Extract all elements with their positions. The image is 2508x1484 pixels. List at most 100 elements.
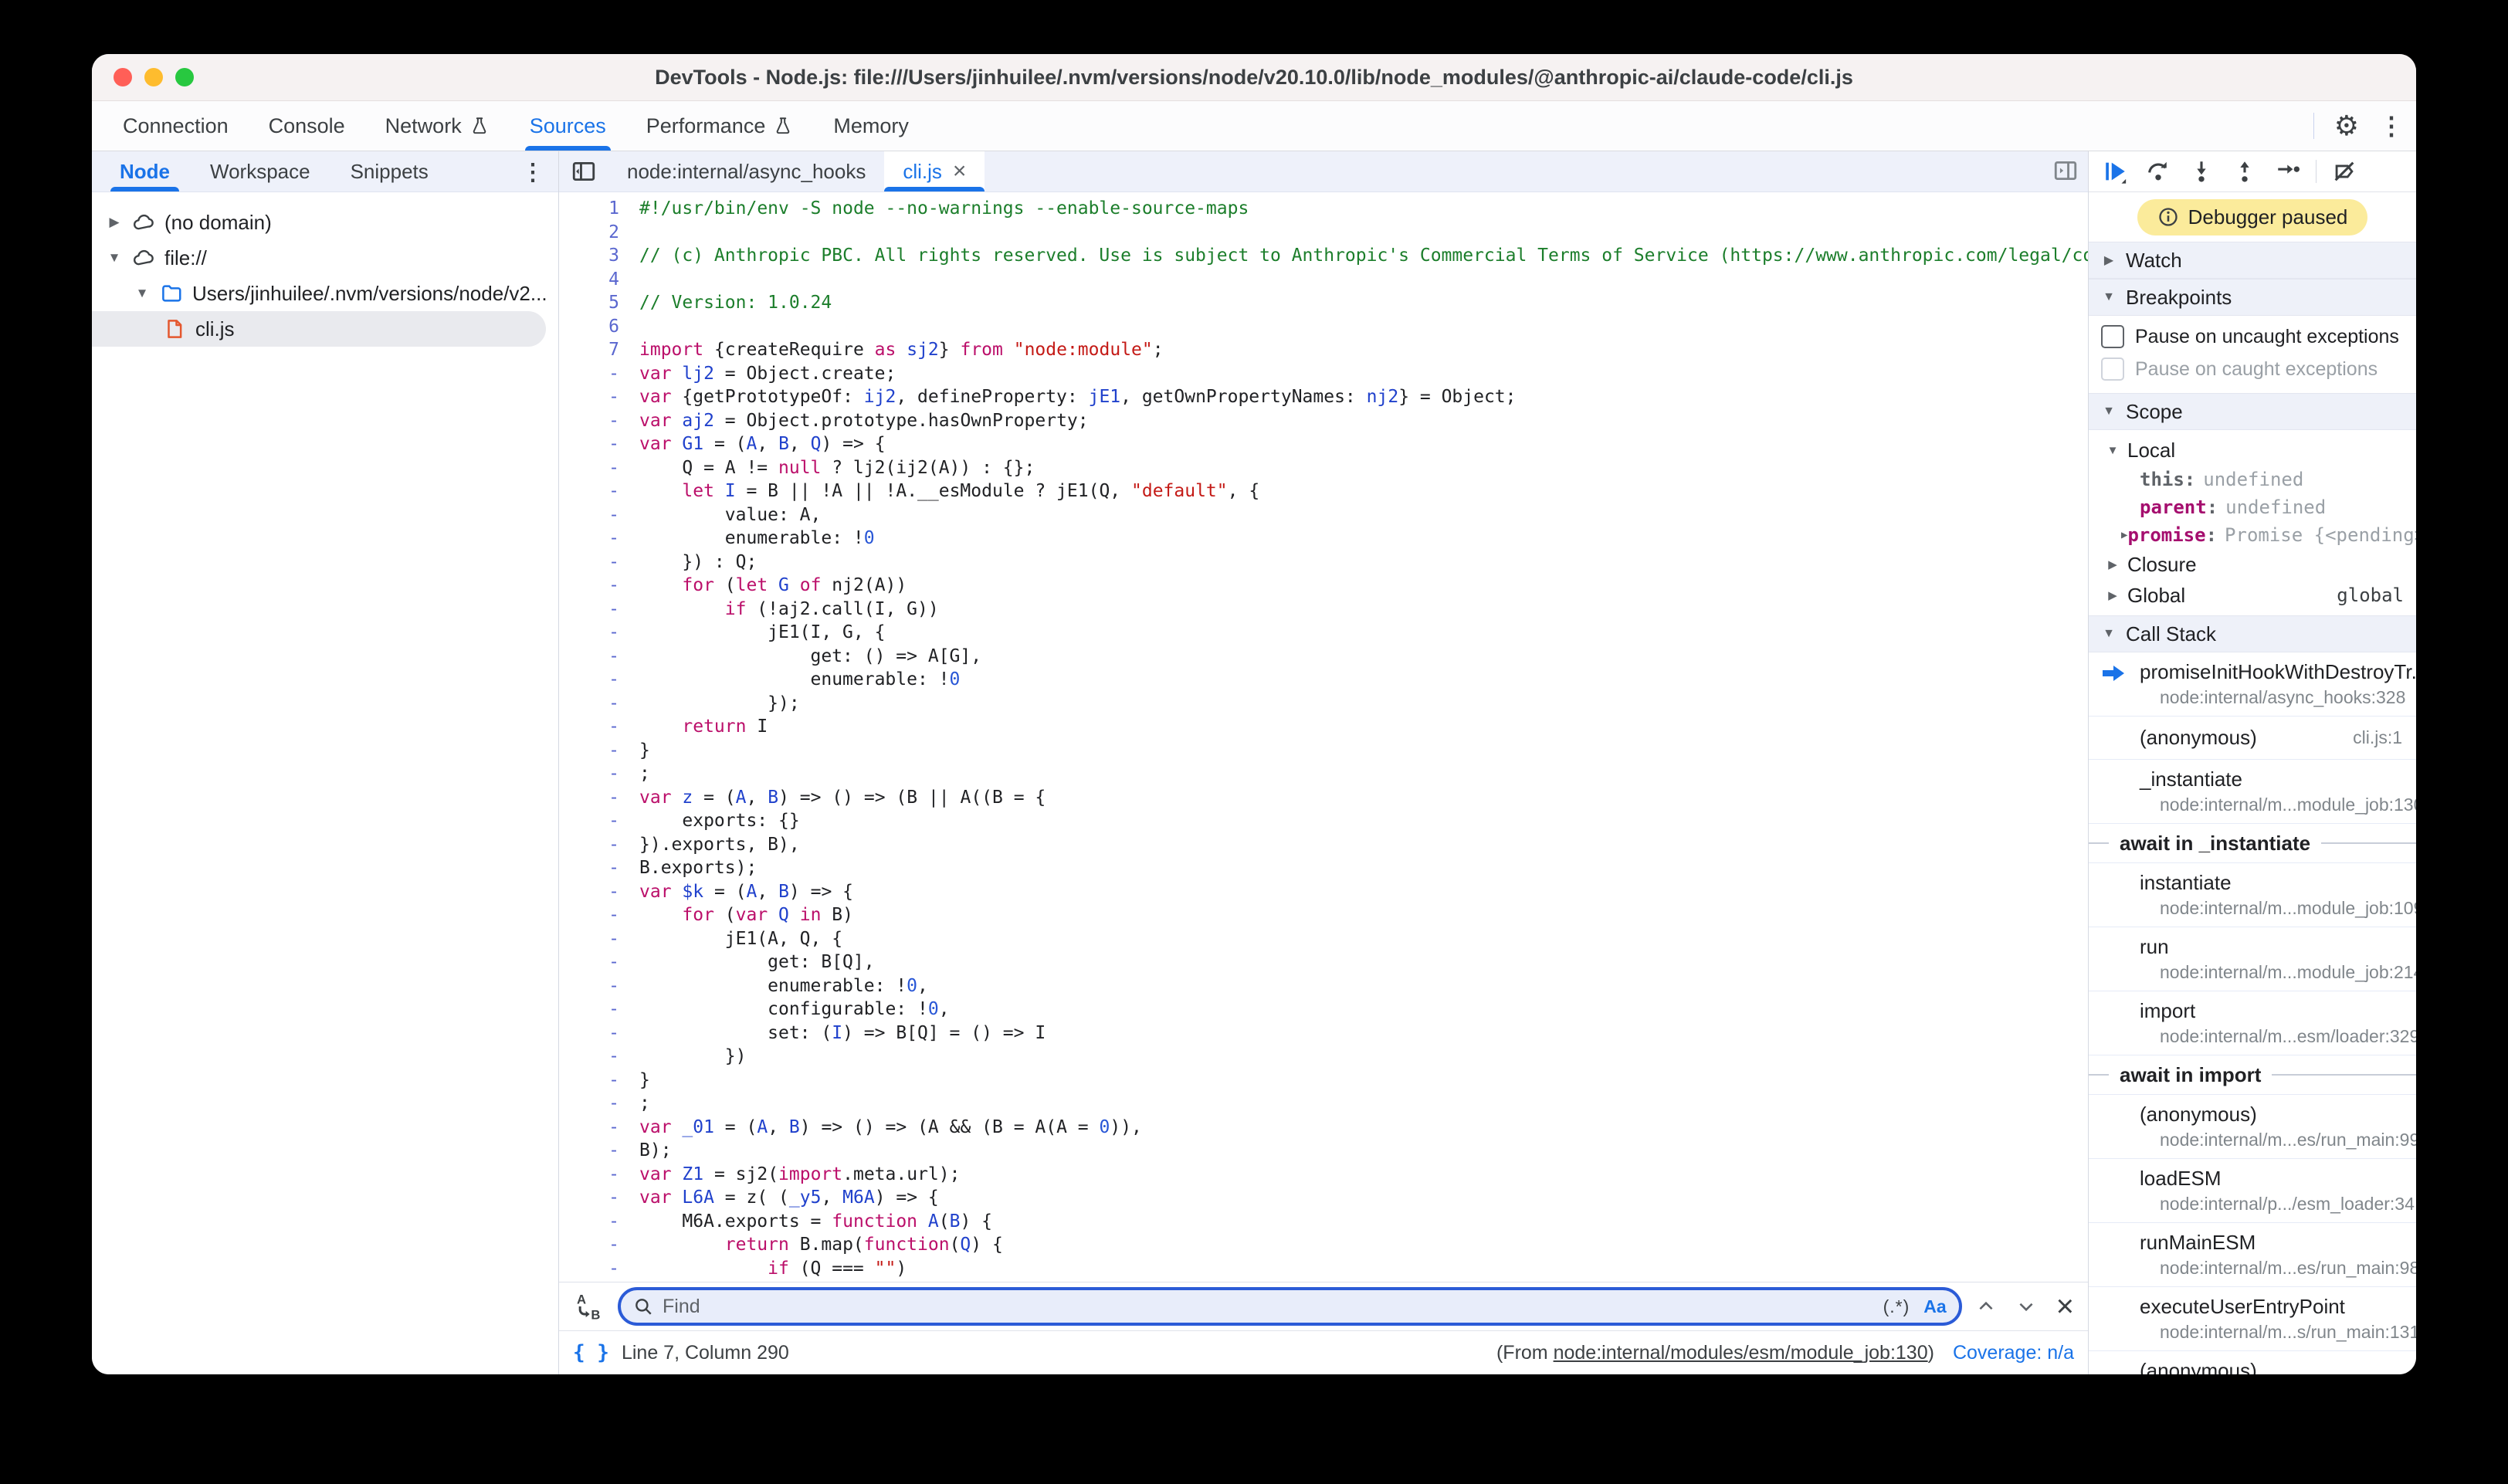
code-line[interactable]: -var _01 = (A, B) => () => (A && (B = A(…: [559, 1116, 2088, 1140]
line-gutter[interactable]: -: [559, 880, 630, 904]
call-stack-frame[interactable]: (anonymous)node:internal/m...main_module…: [2089, 1351, 2416, 1374]
navigator-tab-snippets[interactable]: Snippets: [330, 151, 449, 191]
code-line[interactable]: 1#!/usr/bin/env -S node --no-warnings --…: [559, 197, 2088, 221]
code-line[interactable]: -configurable: !0,: [559, 998, 2088, 1022]
line-gutter[interactable]: -: [559, 786, 630, 810]
code-line[interactable]: -enumerable: !0: [559, 527, 2088, 551]
close-tab-icon[interactable]: ×: [953, 160, 967, 183]
scope-global-group[interactable]: ▶ Global global: [2089, 580, 2416, 611]
code-line[interactable]: -exports: {}: [559, 809, 2088, 833]
line-gutter[interactable]: -: [559, 409, 630, 433]
code-line[interactable]: -var L6A = z( (_y5, M6A) => {: [559, 1186, 2088, 1210]
call-stack-frame[interactable]: importnode:internal/m...esm/loader:329: [2089, 991, 2416, 1055]
minimize-window-button[interactable]: [144, 68, 163, 86]
scope-prop-this[interactable]: this:undefined: [2089, 466, 2416, 493]
call-stack-section-header[interactable]: ▼ Call Stack: [2089, 615, 2416, 652]
editor-tab-async-hooks[interactable]: node:internal/async_hooks: [608, 151, 884, 191]
more-options-icon[interactable]: ⋮: [2379, 114, 2404, 138]
line-gutter[interactable]: -: [559, 833, 630, 857]
code-line[interactable]: -return I: [559, 715, 2088, 739]
line-gutter[interactable]: -: [559, 362, 630, 386]
watch-section-header[interactable]: ▶ Watch: [2089, 242, 2416, 279]
code-line[interactable]: 4: [559, 268, 2088, 292]
line-gutter[interactable]: -: [559, 1186, 630, 1210]
code-line[interactable]: -if (!aj2.call(I, G)): [559, 598, 2088, 622]
source-code-view[interactable]: 1#!/usr/bin/env -S node --no-warnings --…: [559, 192, 2088, 1282]
line-gutter[interactable]: -: [559, 1139, 630, 1163]
navigator-more-options-icon[interactable]: ⋮: [521, 159, 544, 186]
code-line[interactable]: -}: [559, 1069, 2088, 1093]
code-line[interactable]: -get: () => A[G],: [559, 645, 2088, 669]
call-stack-frame[interactable]: (anonymous)node:internal/m...es/run_main…: [2089, 1095, 2416, 1159]
line-gutter[interactable]: -: [559, 432, 630, 456]
step-over-icon[interactable]: [2140, 156, 2177, 187]
line-gutter[interactable]: -: [559, 479, 630, 503]
line-gutter[interactable]: -: [559, 503, 630, 527]
tree-item-cli-js[interactable]: cli.js: [92, 311, 546, 347]
tab-network[interactable]: Network: [365, 101, 510, 151]
checkbox[interactable]: [2101, 325, 2124, 348]
close-find-bar-icon[interactable]: ×: [2056, 1291, 2074, 1322]
code-line[interactable]: -if (Q === ""): [559, 1257, 2088, 1281]
line-gutter[interactable]: -: [559, 551, 630, 574]
step-into-icon[interactable]: [2183, 156, 2220, 187]
line-gutter[interactable]: -: [559, 950, 630, 974]
code-line[interactable]: -Q = A != null ? lj2(ij2(A)) : {};: [559, 456, 2088, 480]
code-line[interactable]: -}): [559, 1045, 2088, 1069]
tree-item-no-domain[interactable]: ▶ (no domain): [92, 205, 558, 240]
tab-performance[interactable]: Performance: [626, 101, 814, 151]
line-gutter[interactable]: 7: [559, 338, 630, 362]
navigator-tab-node[interactable]: Node: [100, 151, 190, 191]
line-gutter[interactable]: -: [559, 1233, 630, 1257]
line-gutter[interactable]: -: [559, 809, 630, 833]
call-stack-frame[interactable]: runMainESMnode:internal/m...es/run_main:…: [2089, 1223, 2416, 1287]
pause-on-caught-row[interactable]: Pause on caught exceptions: [2089, 353, 2416, 385]
replace-toggle-icon[interactable]: AB: [573, 1291, 604, 1322]
call-stack-frame[interactable]: _instantiatenode:internal/m...module_job…: [2089, 760, 2416, 824]
code-line[interactable]: -var $k = (A, B) => {: [559, 880, 2088, 904]
code-line[interactable]: -enumerable: !0: [559, 668, 2088, 692]
close-window-button[interactable]: [114, 68, 132, 86]
coverage-link[interactable]: Coverage: n/a: [1953, 1342, 2074, 1364]
hide-navigator-icon[interactable]: [559, 151, 608, 191]
line-gutter[interactable]: -: [559, 1069, 630, 1093]
line-gutter[interactable]: -: [559, 692, 630, 716]
tab-sources[interactable]: Sources: [510, 101, 626, 151]
code-line[interactable]: -for (let G of nj2(A)): [559, 574, 2088, 598]
scope-prop-promise[interactable]: ▶ promise:Promise {<pending>}: [2089, 521, 2416, 549]
line-gutter[interactable]: -: [559, 668, 630, 692]
line-gutter[interactable]: -: [559, 715, 630, 739]
scope-closure-group[interactable]: ▶ Closure: [2089, 549, 2416, 580]
tree-item-folder[interactable]: ▼ Users/jinhuilee/.nvm/versions/node/v2.…: [92, 276, 558, 311]
line-gutter[interactable]: -: [559, 1163, 630, 1187]
line-gutter[interactable]: 6: [559, 315, 630, 339]
code-line[interactable]: 7import {createRequire as sj2} from "nod…: [559, 338, 2088, 362]
navigator-tab-workspace[interactable]: Workspace: [190, 151, 330, 191]
zoom-window-button[interactable]: [175, 68, 194, 86]
line-gutter[interactable]: -: [559, 927, 630, 951]
deactivate-breakpoints-icon[interactable]: [2326, 156, 2363, 187]
code-line[interactable]: -set: (I) => B[Q] = () => I: [559, 1022, 2088, 1045]
line-gutter[interactable]: -: [559, 1116, 630, 1140]
line-gutter[interactable]: -: [559, 1092, 630, 1116]
code-line[interactable]: -let I = B || !A || !A.__esModule ? jE1(…: [559, 479, 2088, 503]
show-debugger-panel-icon[interactable]: [2052, 158, 2079, 184]
code-line[interactable]: -var G1 = (A, B, Q) => {: [559, 432, 2088, 456]
step-out-icon[interactable]: [2226, 156, 2263, 187]
line-gutter[interactable]: -: [559, 527, 630, 551]
code-line[interactable]: -;: [559, 762, 2088, 786]
line-gutter[interactable]: 3: [559, 244, 630, 268]
call-stack-frame[interactable]: instantiatenode:internal/m...module_job:…: [2089, 863, 2416, 927]
line-gutter[interactable]: -: [559, 998, 630, 1022]
line-gutter[interactable]: -: [559, 598, 630, 622]
code-line[interactable]: -B.exports);: [559, 856, 2088, 880]
call-stack-frame[interactable]: promiseInitHookWithDestroyTr...node:inte…: [2089, 652, 2416, 717]
code-line[interactable]: -;: [559, 1092, 2088, 1116]
code-line[interactable]: -var lj2 = Object.create;: [559, 362, 2088, 386]
code-line[interactable]: -var Z1 = sj2(import.meta.url);: [559, 1163, 2088, 1187]
line-gutter[interactable]: 2: [559, 221, 630, 245]
code-line[interactable]: -enumerable: !0,: [559, 974, 2088, 998]
code-line[interactable]: -get: B[Q],: [559, 950, 2088, 974]
search-input[interactable]: Find (.*) Aa: [618, 1287, 1962, 1326]
line-gutter[interactable]: -: [559, 1022, 630, 1045]
